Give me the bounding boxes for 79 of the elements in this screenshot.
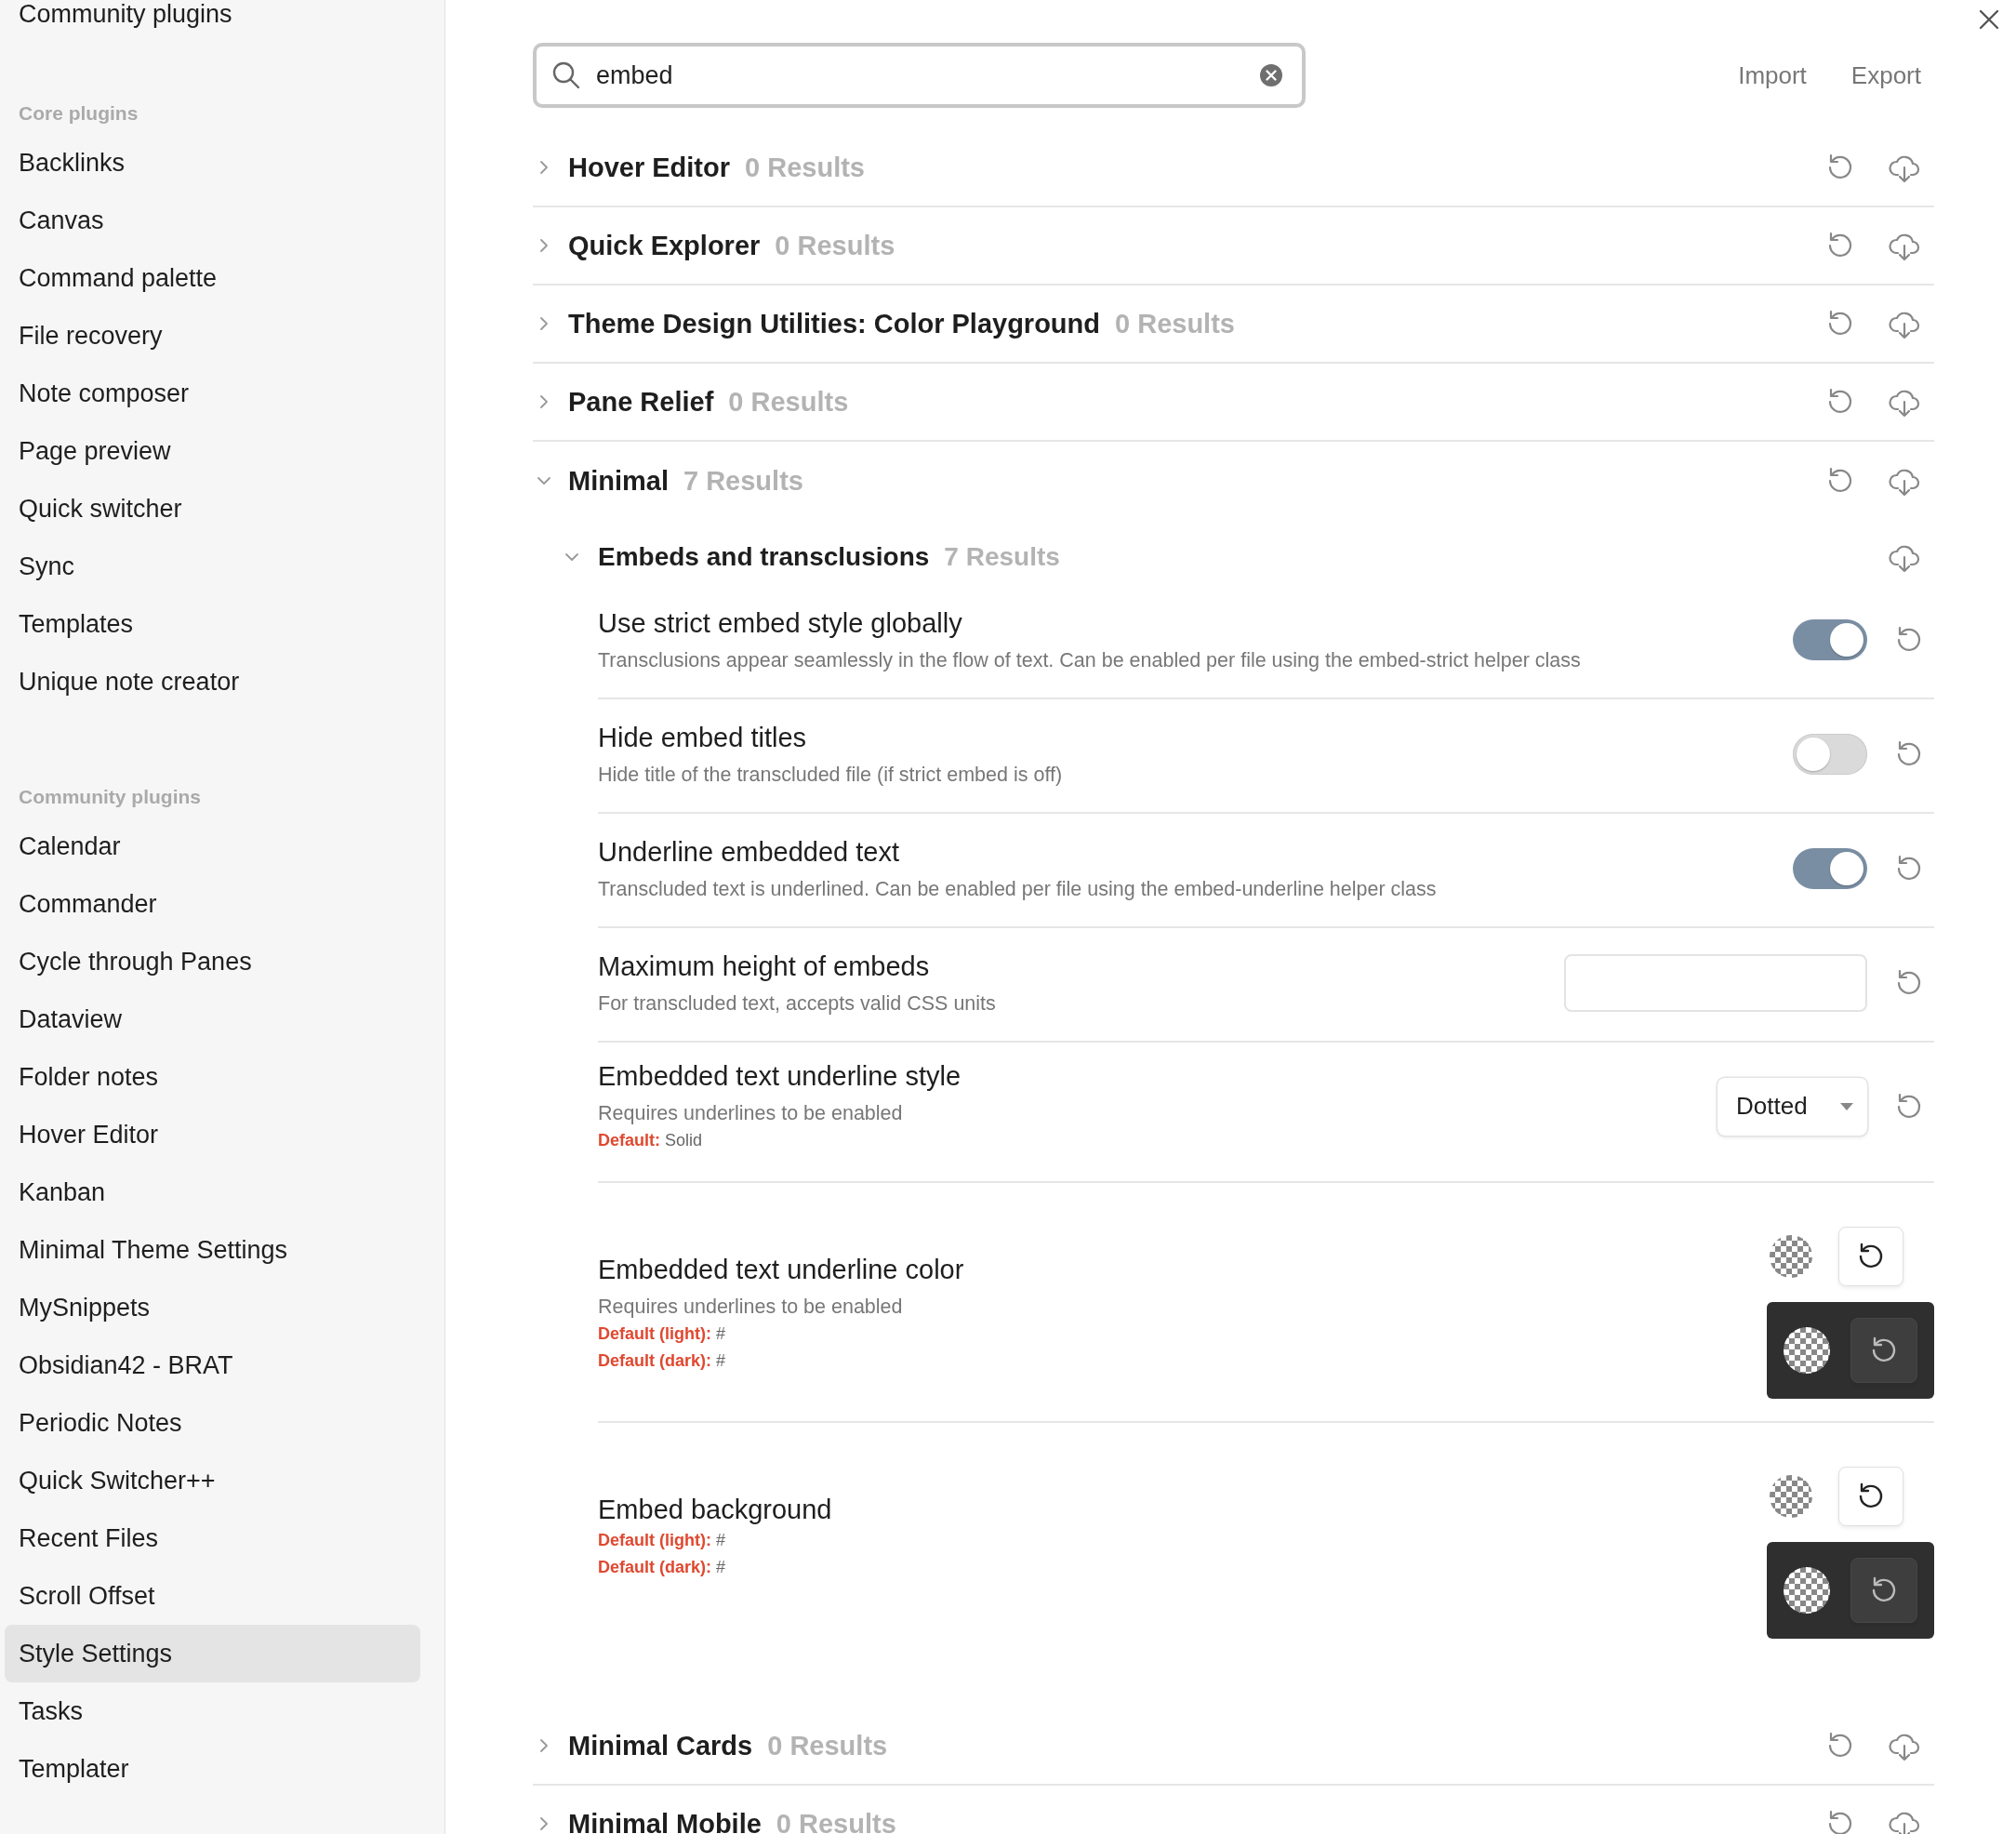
setting-description: Requires underlines to be enabled [598,1101,904,1126]
sidebar-item[interactable]: Quick switcher [5,480,420,538]
search-input[interactable]: embed [596,60,1244,90]
setting-name: Embedded text underline style [598,1060,962,1093]
result-count: 7 Results [683,465,803,497]
default-value: Default (light): # [598,1323,726,1345]
sidebar-item[interactable]: Commander [5,875,420,933]
close-icon[interactable] [1979,9,1999,30]
default-value: Default (dark): # [598,1350,727,1372]
sidebar-heading: Core plugins [18,101,139,126]
sidebar-item[interactable]: MySnippets [5,1279,420,1336]
sidebar-item[interactable]: Recent Files [5,1509,420,1567]
sidebar-item[interactable]: Minimal Theme Settings [5,1221,420,1279]
result-count: 0 Results [1115,308,1235,339]
sidebar-item[interactable]: Dataview [5,990,420,1048]
toggle-switch[interactable] [1793,618,1867,660]
section-title[interactable]: Minimal Cards [568,1730,753,1761]
sidebar-item[interactable]: Note composer [5,365,420,422]
setting-name: Embed background [598,1494,833,1526]
search-icon [551,60,581,90]
sidebar-item[interactable]: Hover Editor [5,1106,420,1163]
setting-description: Transclusions appear seamlessly in the flow of text. Can be enabled per file using the embed-strict helper class [598,647,1582,673]
color-swatch[interactable] [1784,1567,1830,1614]
sidebar-item[interactable]: Templater [5,1740,420,1798]
section-title[interactable]: Minimal Mobile [568,1808,762,1834]
sidebar-item[interactable]: Canvas [5,192,420,249]
group-title[interactable]: Embeds and transclusions [598,542,930,572]
setting-description: Requires underlines to be enabled [598,1295,904,1320]
section-title[interactable]: Pane Relief [568,386,714,418]
default-value: Default (dark): # [598,1557,727,1578]
sidebar-item[interactable]: Command palette [5,249,420,307]
dropdown[interactable]: Dotted [1718,1077,1867,1136]
result-count: 0 Results [767,1730,888,1761]
result-count: 0 Results [776,1808,896,1834]
toggle-switch[interactable] [1793,733,1867,775]
section-title[interactable]: Minimal [568,465,669,497]
setting-name: Maximum height of embeds [598,950,931,983]
sidebar-item[interactable]: Cycle through Panes [5,933,420,990]
default-value: Default: Solid [598,1130,704,1151]
caret-icon [1839,1101,1854,1111]
clear-icon[interactable] [1259,63,1283,87]
sidebar-item[interactable]: Folder notes [5,1048,420,1106]
result-count: 0 Results [728,386,849,418]
result-count: 0 Results [745,152,865,183]
color-swatch[interactable] [1784,1327,1830,1374]
sidebar-item[interactable]: Backlinks [5,134,420,192]
sidebar-item[interactable]: Periodic Notes [5,1394,420,1452]
toggle-switch[interactable] [1793,847,1867,889]
section-title[interactable]: Quick Explorer [568,230,761,261]
text-button[interactable]: Export [1850,60,1921,90]
sidebar-item[interactable]: Scroll Offset [5,1567,420,1625]
setting-description: For transcluded text, accepts valid CSS units [598,990,997,1017]
section-title[interactable]: Hover Editor [568,152,731,183]
sidebar-item[interactable]: File recovery [5,307,420,365]
setting-name: Hide embed titles [598,721,808,754]
sidebar-item[interactable]: Page preview [5,422,420,480]
sidebar-item[interactable]: Kanban [5,1163,420,1221]
sidebar-item[interactable]: Quick Switcher++ [5,1452,420,1509]
sidebar-item[interactable]: Community plugins [5,0,420,28]
sidebar-item[interactable]: Tasks [5,1682,420,1740]
setting-name: Underline embedded text [598,835,901,869]
result-count: 7 Results [944,542,1060,572]
result-count: 0 Results [775,230,895,261]
search-bar[interactable]: embed [533,43,1306,108]
setting-name: Embedded text underline color [598,1254,965,1286]
sidebar-item[interactable]: Obsidian42 - BRAT [5,1336,420,1394]
sidebar-item[interactable]: Unique note creator [5,653,420,711]
setting-name: Use strict embed style globally [598,606,963,640]
text-field[interactable] [1564,953,1867,1012]
setting-description: Hide title of the transcluded file (if strict embed is off) [598,762,1064,788]
sidebar-heading: Community plugins [18,785,202,809]
sidebar-item[interactable]: Templates [5,595,420,653]
sidebar-item[interactable]: Calendar [5,817,420,875]
section-title[interactable]: Theme Design Utilities: Color Playground [568,308,1100,339]
default-value: Default (light): # [598,1530,726,1551]
setting-description: Transcluded text is underlined. Can be enabled per file using the embed-underline helper class [598,876,1438,902]
sidebar-item[interactable]: Style Settings [5,1625,420,1682]
text-button[interactable]: Import [1738,60,1807,90]
sidebar-item[interactable]: Sync [5,538,420,595]
